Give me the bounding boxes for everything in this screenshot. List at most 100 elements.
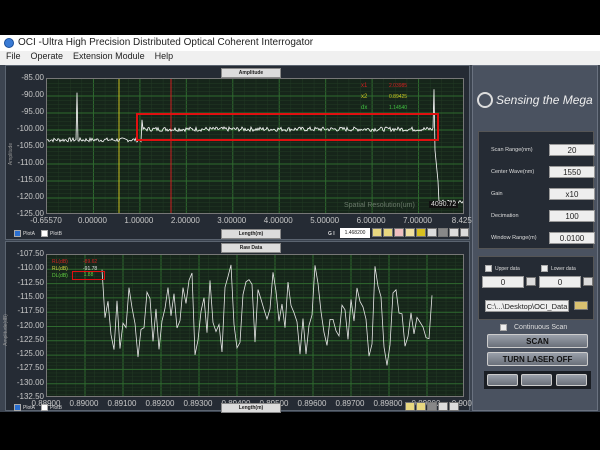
lower-data-input[interactable]: 0	[539, 276, 581, 288]
raw-data-panel: Raw Data Amplitude(dB) -107.50 -110.00 -11…	[3, 241, 476, 413]
param-label: Scan Range(nm)	[491, 147, 533, 153]
crosshair-icon[interactable]	[427, 402, 437, 411]
line-style-tool-icon[interactable]	[372, 228, 382, 237]
tab-raw-data[interactable]: Raw Data	[221, 243, 281, 253]
turn-laser-off-button[interactable]: TURN LASER OFF	[487, 352, 588, 366]
cursor-dx-value: 1.14540	[389, 105, 408, 111]
x-tick-label: 7.00000	[403, 216, 433, 225]
pan-hand-icon[interactable]	[460, 228, 469, 237]
rl1-value: -89.62	[83, 259, 98, 265]
window-title: OCI -Ultra High Precision Distributed Op…	[18, 37, 314, 48]
plotb-checkbox[interactable]	[41, 230, 48, 237]
y-tick-label: -115.00	[17, 175, 44, 184]
fill-tool-icon[interactable]	[416, 228, 426, 237]
y-tick-label: -120.00	[16, 320, 44, 330]
plotb-label: PlotB	[50, 231, 62, 237]
plota-checkbox[interactable]	[14, 404, 21, 411]
menu-file[interactable]: File	[6, 51, 21, 61]
app-icon	[4, 38, 14, 48]
extra-button-3[interactable]	[556, 374, 587, 386]
y-tick-label: -122.50	[16, 334, 44, 344]
param-input[interactable]: x10	[549, 188, 595, 200]
param-input[interactable]: 100	[549, 210, 595, 222]
extra-button-2[interactable]	[521, 374, 552, 386]
pan-hand-icon[interactable]	[449, 402, 459, 411]
x-tick-label: 0.89100	[107, 399, 137, 408]
x-axis-title: Length(m)	[221, 403, 281, 413]
x-tick-label: 0.89200	[145, 399, 175, 408]
y-tick-label: -100.00	[16, 124, 44, 133]
plotb-checkbox[interactable]	[41, 404, 48, 411]
menu-help[interactable]: Help	[155, 51, 174, 61]
param-label: Window Range(m)	[491, 235, 537, 241]
y-tick-label: -120.00	[16, 192, 44, 201]
menu-extension-module[interactable]: Extension Module	[73, 51, 145, 61]
rl1-label: RL(dB)	[52, 259, 68, 265]
x-tick-label: 3.00000	[217, 216, 247, 225]
zoom-icon[interactable]	[449, 228, 459, 237]
spatial-resolution-label: Spatial Resolution(um)	[344, 202, 415, 209]
y-tick-label: -112.50	[17, 277, 44, 287]
cursor-x2-label: x2	[361, 94, 368, 100]
save-lower-icon[interactable]	[583, 277, 593, 286]
x-tick-label: 0.89800	[373, 399, 403, 408]
gi-label: G I	[328, 231, 335, 237]
param-input[interactable]: 0.0100	[549, 232, 595, 244]
upper-data-checkbox[interactable]	[485, 265, 492, 272]
y-tick-label: -105.00	[16, 141, 44, 150]
grid-style-tool-icon[interactable]	[416, 402, 426, 411]
peak-tool-icon[interactable]	[405, 228, 415, 237]
cursor-dx-label: dx	[361, 105, 368, 111]
lock-icon[interactable]	[427, 228, 437, 237]
x-tick-label: -0.65570	[30, 216, 62, 225]
x-tick-label: 0.89600	[297, 399, 327, 408]
tab-amplitude[interactable]: Amplitude	[221, 68, 281, 78]
y-tick-label: -90.00	[21, 90, 44, 99]
param-input[interactable]: 1550	[549, 166, 595, 178]
cursor-x1-label: x1	[361, 83, 368, 89]
y-tick-label: -125.00	[16, 349, 44, 359]
line-style-tool-icon[interactable]	[405, 402, 415, 411]
path-input[interactable]: C:\...\Desktop\OCI_Data	[485, 300, 569, 312]
y-tick-label: -117.50	[17, 306, 44, 316]
y-tick-label: -130.00	[16, 377, 44, 387]
save-upper-icon[interactable]	[526, 277, 536, 286]
dl-label: DL(dB)	[52, 273, 68, 279]
menu-operate[interactable]: Operate	[31, 51, 64, 61]
brand-logo-icon	[477, 92, 493, 108]
continuous-scan-checkbox[interactable]	[500, 324, 507, 331]
extra-buttons-box	[484, 371, 591, 389]
raw-data-plot[interactable]	[46, 254, 464, 397]
x-tick-label: 6.00000	[356, 216, 386, 225]
lower-data-checkbox[interactable]	[541, 265, 548, 272]
x-tick-label: 0.00000	[77, 216, 107, 225]
y-tick-label: -107.50	[16, 249, 44, 258]
control-panel: Sensing the Mega Scan Range(nm) 20 Center …	[472, 65, 598, 411]
upper-data-label: Upper data	[495, 266, 520, 272]
x-tick-label: 5.00000	[310, 216, 340, 225]
y-tick-label: -110.00	[17, 158, 44, 167]
lower-data-label: Lower data	[551, 266, 576, 272]
zoom-icon[interactable]	[438, 402, 448, 411]
spatial-resolution-value: 4090.72	[429, 201, 459, 208]
plota-label: PlotA	[23, 405, 35, 411]
param-input[interactable]: 20	[549, 144, 595, 156]
y-tick-label: -85.00	[21, 73, 44, 82]
upper-data-input[interactable]: 0	[482, 276, 524, 288]
amplitude-panel: Amplitude Amplitude -85.00 -90.00 -95.00 -1…	[5, 65, 476, 240]
highlight-box	[136, 113, 439, 141]
cursor-x1-value: 2.03985	[389, 83, 408, 89]
marker-tool-icon[interactable]	[394, 228, 404, 237]
gi-value[interactable]: 1.468200	[340, 228, 370, 238]
x-tick-label: 2.00000	[170, 216, 200, 225]
rl2-label: RL(dB)	[52, 266, 68, 272]
plotb-label: PlotB	[50, 405, 62, 411]
folder-icon[interactable]	[574, 301, 588, 310]
plota-checkbox[interactable]	[14, 230, 21, 237]
scan-button[interactable]: SCAN	[487, 334, 588, 348]
grid-style-tool-icon[interactable]	[383, 228, 393, 237]
crosshair-icon[interactable]	[438, 228, 448, 237]
plota-label: PlotA	[23, 231, 35, 237]
extra-button-1[interactable]	[487, 374, 518, 386]
continuous-scan-label: Continuous Scan	[514, 324, 568, 331]
